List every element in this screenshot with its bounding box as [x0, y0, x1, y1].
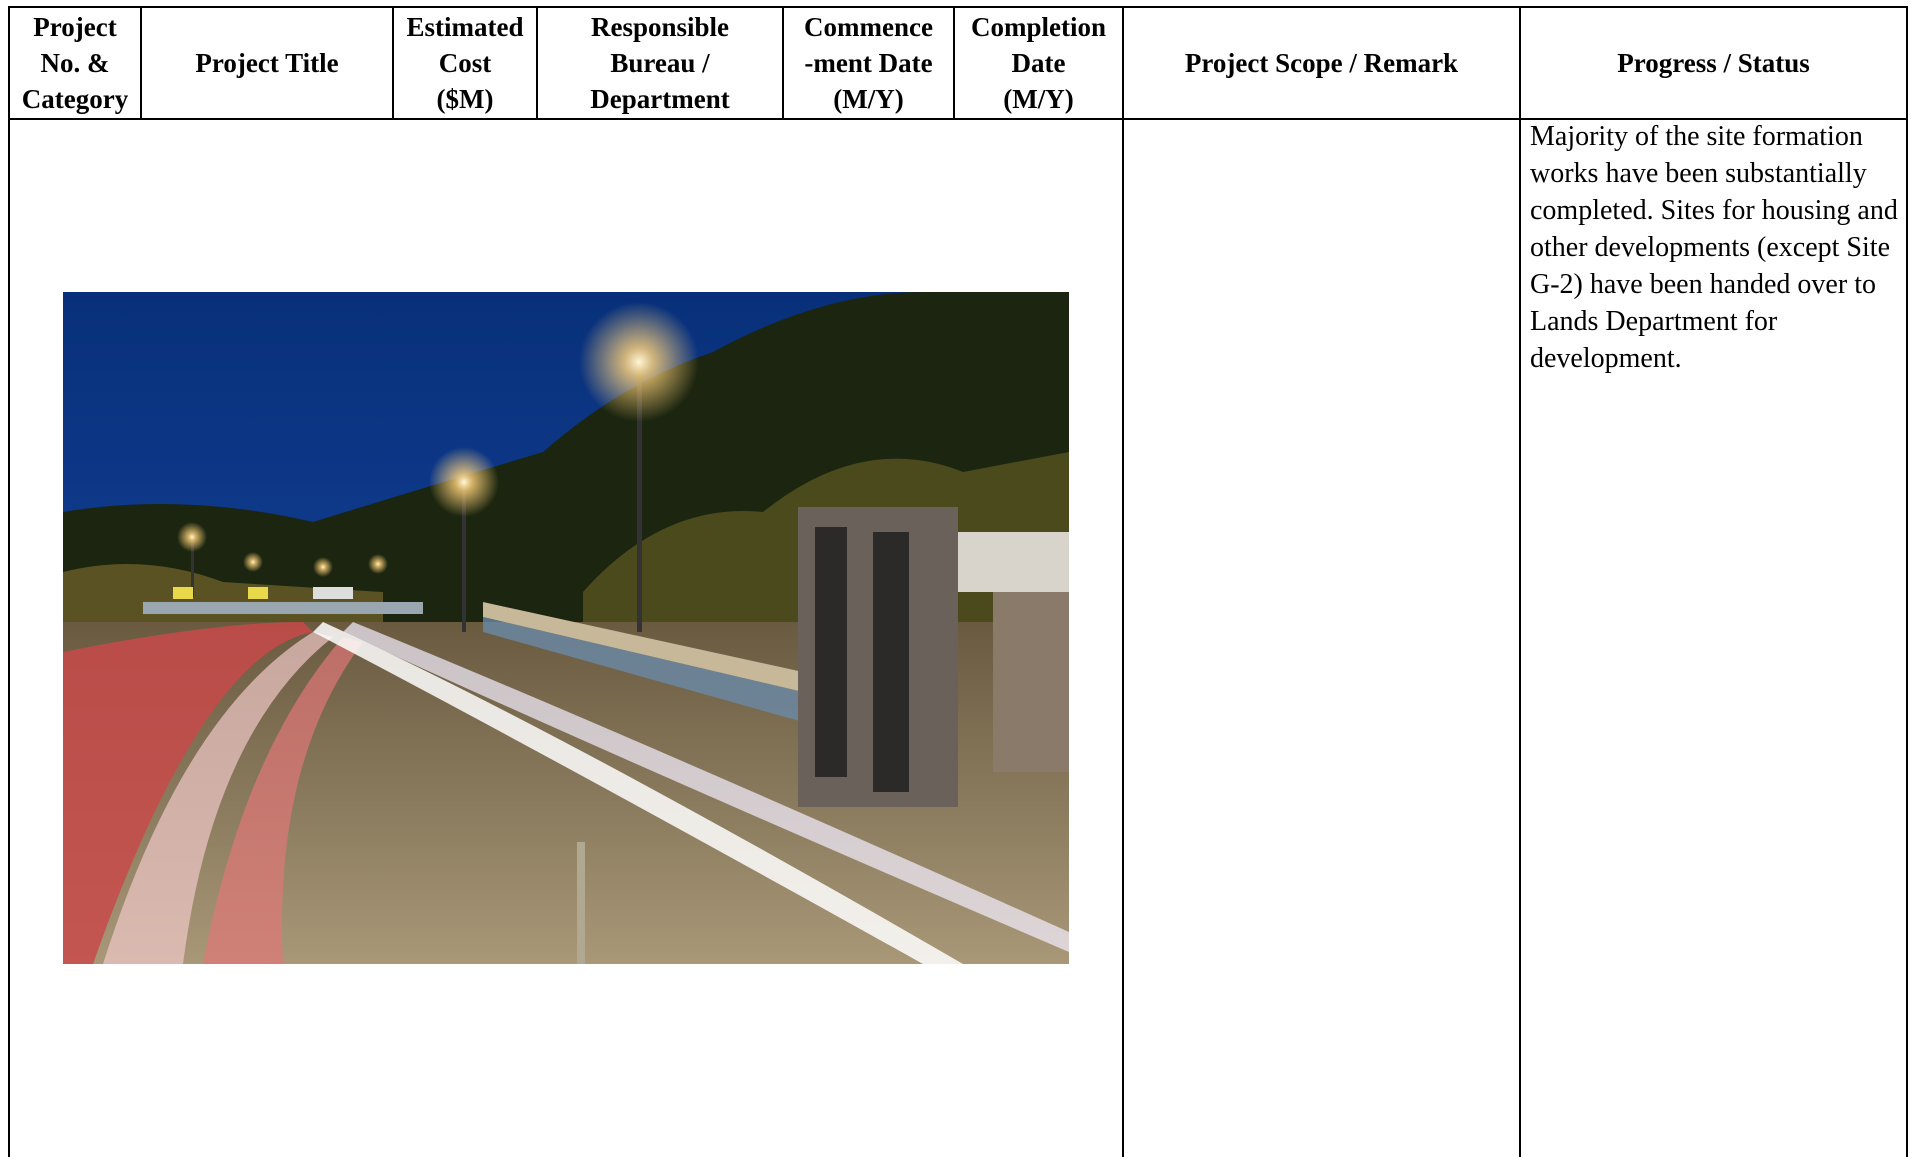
header-project-title: Project Title	[195, 48, 339, 78]
header-project-scope: Project Scope / Remark	[1184, 48, 1459, 78]
col-divider-6	[1122, 6, 1124, 1157]
table-right-border	[1906, 6, 1908, 1157]
header-project-no: Project No. & Category	[21, 12, 129, 114]
header-completion-date: Completion Date (M/Y)	[971, 12, 1106, 114]
header-responsible-department: Responsible Bureau / Department	[590, 12, 730, 114]
header-progress-status: Progress / Status	[1617, 48, 1810, 78]
col-divider-7	[1519, 6, 1521, 1157]
header-estimated-cost: Estimated Cost ($M)	[406, 12, 524, 114]
night-highway-photo	[63, 292, 1069, 964]
header-commencement-date: Commence -ment Date (M/Y)	[804, 12, 933, 114]
progress-status-text: Majority of the site formation works hav…	[1530, 121, 1898, 374]
table-left-border	[8, 6, 10, 1157]
